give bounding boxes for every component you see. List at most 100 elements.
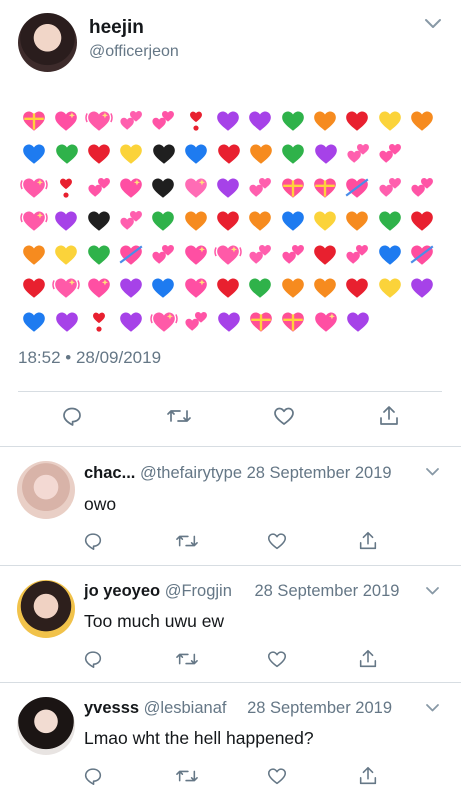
chevron-down-icon[interactable]: [425, 703, 440, 713]
heart-emoji-icon: [341, 273, 373, 303]
heart-emoji-icon: [18, 206, 50, 236]
avatar[interactable]: [17, 697, 75, 755]
heart-emoji-icon: [244, 173, 276, 203]
heart-emoji-icon: [212, 106, 244, 136]
heart-emoji-icon: [406, 240, 438, 270]
main-tweet: heejin @officerjeon 18:52 • 28/09/2019: [0, 0, 461, 446]
author-handle[interactable]: @lesbianaf: [144, 699, 227, 717]
heart-emoji-icon: [180, 173, 212, 203]
heart-emoji-icon: [115, 139, 147, 169]
speech-bubble-icon[interactable]: [82, 530, 104, 552]
heart-emoji-icon: [406, 173, 438, 203]
heart-emoji-icon: [50, 206, 82, 236]
heart-emoji-icon: [115, 106, 147, 136]
heart-emoji-icon: [310, 307, 342, 337]
reply-text: owo: [84, 494, 117, 514]
share-icon[interactable]: [357, 530, 379, 552]
heart-emoji-icon: [18, 273, 50, 303]
retweet-icon[interactable]: [175, 765, 198, 787]
reply-date: 28 September 2019: [247, 699, 393, 717]
share-icon[interactable]: [357, 648, 379, 670]
heart-emoji-icon: [180, 106, 212, 136]
author-name[interactable]: jo yeoyeo: [84, 582, 160, 600]
heart-outline-icon[interactable]: [266, 648, 288, 670]
emoji-row: [18, 205, 438, 239]
chevron-down-icon[interactable]: [425, 467, 440, 477]
heart-emoji-icon: [212, 173, 244, 203]
author-handle[interactable]: @officerjeon: [89, 43, 179, 61]
emoji-row: [18, 171, 438, 205]
tweet-actions: [0, 404, 461, 434]
heart-emoji-icon: [115, 173, 147, 203]
heart-emoji-icon: [406, 273, 438, 303]
heart-emoji-icon: [212, 307, 244, 337]
author-name[interactable]: yvesss: [84, 699, 139, 717]
heart-emoji-icon: [180, 307, 212, 337]
reply-date: 28 September 2019: [254, 582, 400, 600]
heart-emoji-icon: [147, 240, 179, 270]
reply-header: chac... @thefairytype 28 September 2019: [84, 464, 392, 483]
heart-emoji-icon: [50, 106, 82, 136]
speech-bubble-icon[interactable]: [60, 404, 84, 428]
heart-emoji-icon: [341, 106, 373, 136]
retweet-icon[interactable]: [175, 530, 198, 552]
heart-emoji-icon: [50, 273, 82, 303]
avatar[interactable]: [17, 580, 75, 638]
heart-emoji-icon: [18, 139, 50, 169]
heart-emoji-icon: [83, 273, 115, 303]
heart-emoji-icon: [212, 240, 244, 270]
heart-emoji-icon: [18, 240, 50, 270]
author-name[interactable]: heejin: [89, 17, 144, 39]
heart-emoji-icon: [309, 273, 341, 303]
avatar[interactable]: [18, 13, 77, 72]
heart-emoji-icon: [18, 307, 50, 337]
heart-emoji-icon: [83, 139, 115, 169]
reply-header: yvesss @lesbianaf 28 September 2019: [84, 699, 392, 718]
speech-bubble-icon[interactable]: [82, 648, 104, 670]
author-handle[interactable]: @Frogjin: [165, 582, 232, 600]
heart-outline-icon[interactable]: [266, 530, 288, 552]
heart-emoji-icon: [83, 240, 115, 270]
heart-emoji-icon: [309, 173, 341, 203]
share-icon[interactable]: [357, 765, 379, 787]
heart-emoji-icon: [212, 206, 244, 236]
heart-emoji-icon: [83, 173, 115, 203]
heart-emoji-icon: [148, 307, 180, 337]
chevron-down-icon[interactable]: [425, 586, 440, 596]
heart-emoji-icon: [50, 139, 82, 169]
reply-tweet[interactable]: jo yeoyeo @Frogjin 28 September 2019 Too…: [0, 566, 461, 682]
heart-emoji-icon: [180, 206, 212, 236]
heart-emoji-icon: [342, 139, 374, 169]
heart-emoji-icon: [341, 240, 373, 270]
retweet-icon[interactable]: [175, 648, 198, 670]
emoji-row: [18, 305, 438, 339]
heart-emoji-icon: [115, 206, 147, 236]
reply-text: Too much uwu ew: [84, 611, 225, 631]
heart-emoji-icon: [212, 139, 244, 169]
heart-emoji-icon: [148, 139, 180, 169]
avatar[interactable]: [17, 461, 75, 519]
heart-emoji-icon: [244, 106, 276, 136]
reply-text: Lmao wht the hell happened?: [84, 728, 314, 748]
heart-emoji-icon: [115, 273, 147, 303]
heart-emoji-icon: [180, 139, 212, 169]
author-name[interactable]: chac...: [84, 464, 135, 482]
heart-emoji-icon: [374, 139, 406, 169]
reply-tweet[interactable]: yvesss @lesbianaf 28 September 2019 Lmao…: [0, 683, 461, 800]
retweet-icon[interactable]: [166, 404, 191, 428]
heart-outline-icon[interactable]: [272, 404, 296, 428]
reply-tweet[interactable]: chac... @thefairytype 28 September 2019 …: [0, 447, 461, 565]
heart-emoji-icon: [277, 173, 309, 203]
share-icon[interactable]: [377, 404, 401, 428]
heart-emoji-icon: [277, 273, 309, 303]
author-handle[interactable]: @thefairytype: [140, 464, 242, 482]
speech-bubble-icon[interactable]: [82, 765, 104, 787]
heart-outline-icon[interactable]: [266, 765, 288, 787]
heart-emoji-icon: [83, 307, 115, 337]
emoji-row: [18, 272, 438, 306]
chevron-down-icon[interactable]: [424, 18, 442, 30]
heart-emoji-icon: [50, 240, 82, 270]
heart-emoji-icon: [406, 106, 438, 136]
reply-actions: [0, 648, 461, 672]
heart-emoji-icon: [244, 206, 276, 236]
